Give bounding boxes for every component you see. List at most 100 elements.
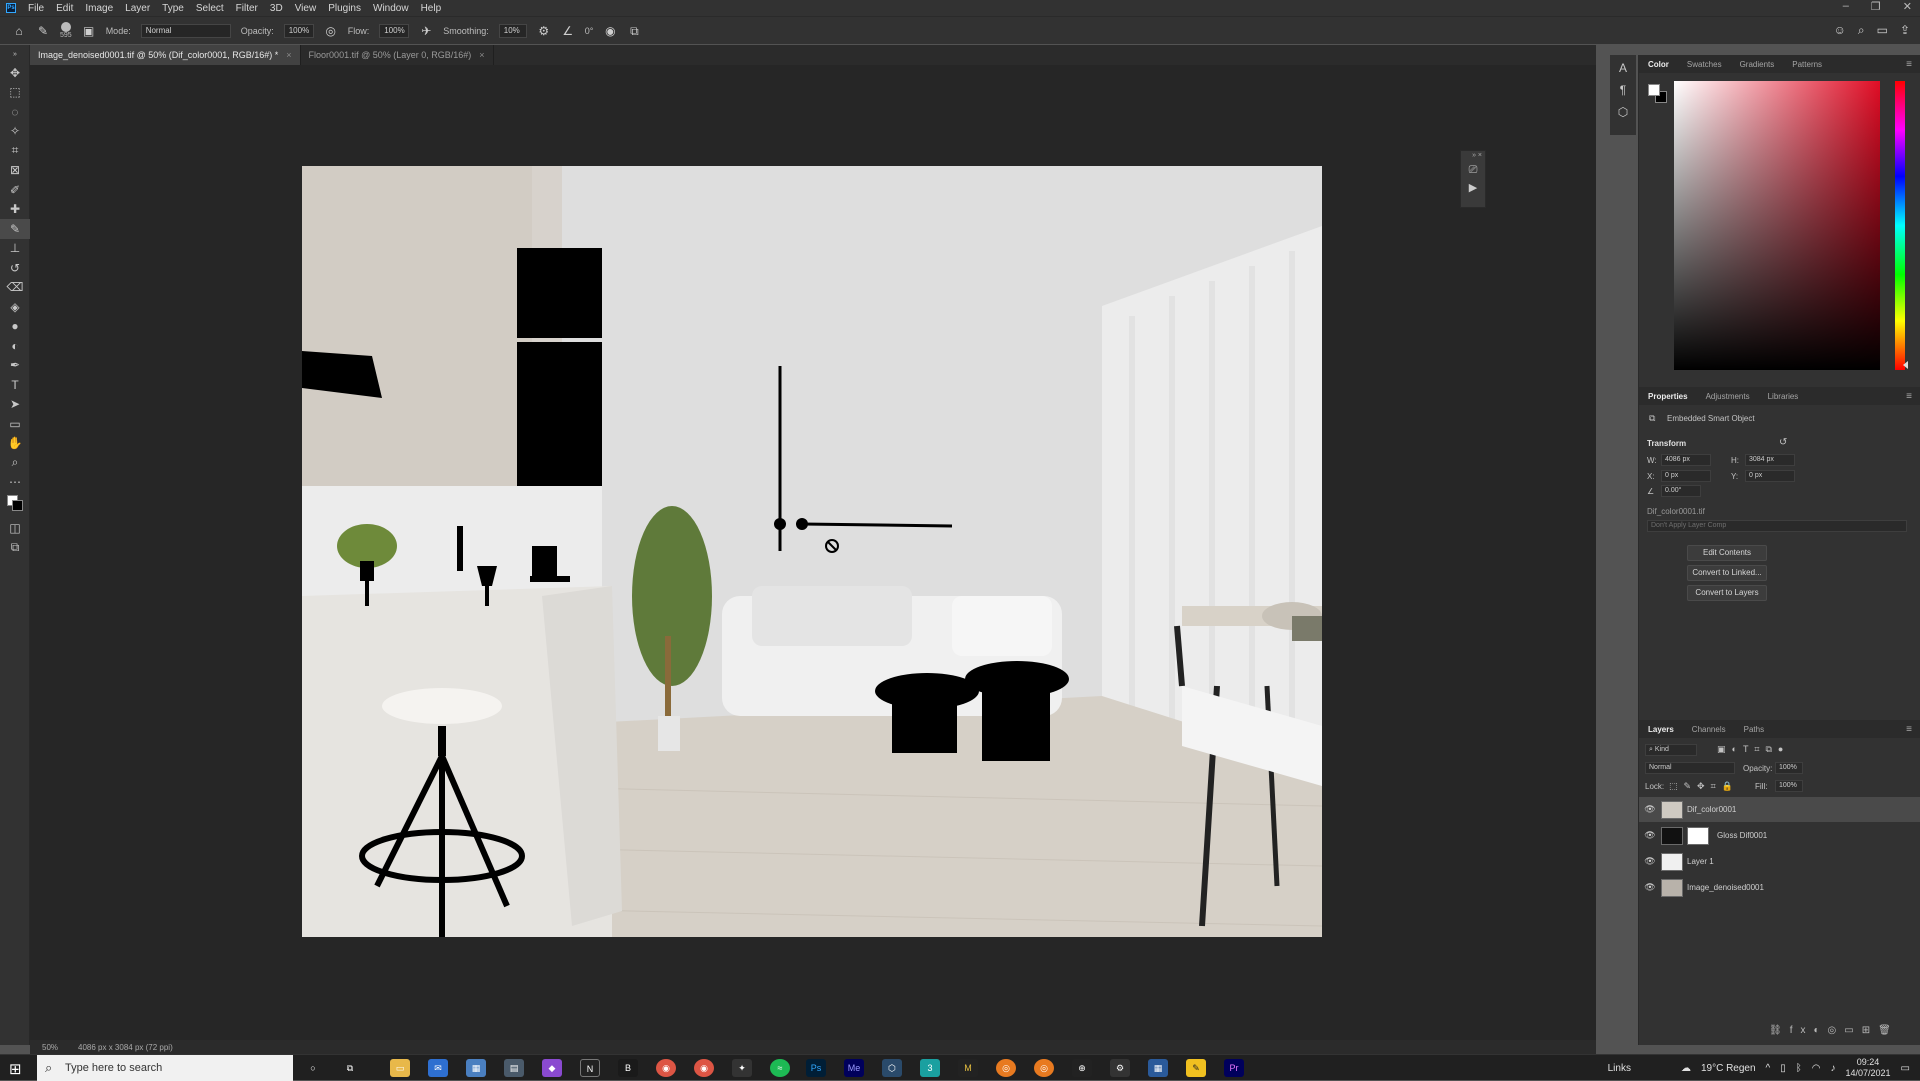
app-3-icon[interactable]: 3 (920, 1059, 940, 1077)
brush-settings-icon[interactable]: ▣ (82, 24, 96, 38)
home-icon[interactable]: ⌂ (12, 24, 26, 38)
angle-value[interactable]: 0° (585, 26, 594, 36)
workspace-icon[interactable]: ▭ (1877, 23, 1888, 38)
blend-mode-select[interactable]: Normal (1645, 762, 1735, 774)
menu-plugins[interactable]: Plugins (322, 3, 367, 14)
search-icon[interactable]: ⌕ (1858, 23, 1865, 38)
menu-file[interactable]: File (22, 3, 50, 14)
play-icon[interactable]: ▶ (1461, 181, 1485, 194)
windows-start-icon[interactable]: ⊞ (9, 1060, 22, 1078)
volume-icon[interactable]: ♪ (1831, 1063, 1836, 1074)
history-icon[interactable]: ⎚ (1461, 164, 1485, 177)
pressure-size-icon[interactable]: ◉ (603, 24, 617, 38)
screen-mode-icon[interactable]: ⧉ (0, 538, 30, 558)
menu-filter[interactable]: Filter (230, 3, 264, 14)
weather-icon[interactable]: ☁ (1681, 1063, 1691, 1074)
menu-image[interactable]: Image (79, 3, 119, 14)
hand-tool-icon[interactable]: ✋ (0, 434, 30, 454)
move-tool-icon[interactable]: ✥ (0, 63, 30, 83)
outlook-icon[interactable]: ✉ (428, 1059, 448, 1077)
marquee-tool-icon[interactable]: ⬚ (0, 83, 30, 103)
task-view-icon[interactable]: ⧉ (340, 1059, 360, 1077)
tab-color[interactable]: Color (1639, 60, 1678, 69)
brush-tool-icon[interactable]: ✎ (0, 219, 30, 239)
photoshop-taskbar-icon[interactable]: Ps (806, 1059, 826, 1077)
3d-panel-icon[interactable]: ⬡ (1618, 105, 1628, 119)
angle-field[interactable]: 0.00° (1661, 485, 1701, 497)
tab-patterns[interactable]: Patterns (1783, 60, 1831, 69)
app-gear-icon[interactable]: ⚙ (1110, 1059, 1130, 1077)
panel-menu-icon[interactable]: ≡ (1897, 59, 1920, 70)
convert-to-layers-button[interactable]: Convert to Layers (1687, 585, 1767, 601)
x-field[interactable]: 0 px (1661, 470, 1711, 482)
color-swatches[interactable] (0, 492, 30, 518)
minimize-button[interactable]: – (1843, 0, 1849, 13)
layer-row[interactable]: 👁 Dif_color0001 (1639, 797, 1920, 822)
type-tool-icon[interactable]: T (0, 375, 30, 395)
path-selection-tool-icon[interactable]: ➤ (0, 395, 30, 415)
character-panel-icon[interactable]: A (1619, 61, 1627, 75)
magic-wand-tool-icon[interactable]: ✧ (0, 122, 30, 142)
usb-icon[interactable]: ▯ (1780, 1063, 1786, 1074)
brush-tool-icon[interactable]: ✎ (36, 24, 50, 38)
app-b-icon[interactable]: B (618, 1059, 638, 1077)
tray-chevron-icon[interactable]: ^ (1766, 1063, 1771, 1074)
menu-edit[interactable]: Edit (50, 3, 79, 14)
share-icon[interactable]: ⇪ (1900, 23, 1910, 38)
tab-libraries[interactable]: Libraries (1759, 392, 1808, 401)
lasso-tool-icon[interactable]: ◌ (0, 102, 30, 122)
canvas-area[interactable]: » × ⎚ ▶ (30, 65, 1596, 1040)
reset-transform-icon[interactable]: ↺ (1779, 437, 1787, 448)
brush-preset-picker[interactable]: 595 (60, 22, 72, 39)
cortana-icon[interactable]: ○ (303, 1059, 323, 1077)
zoom-level[interactable]: 50% (42, 1043, 58, 1052)
premiere-icon[interactable]: Pr (1224, 1059, 1244, 1077)
panel-menu-icon[interactable]: ≡ (1897, 391, 1920, 402)
close-tab-icon[interactable]: × (479, 50, 484, 60)
blender-icon[interactable]: ◎ (996, 1059, 1016, 1077)
taskbar-search-input[interactable]: ⌕ Type here to search (37, 1055, 293, 1081)
pressure-opacity-icon[interactable]: ◎ (324, 24, 338, 38)
menu-window[interactable]: Window (367, 3, 415, 14)
frame-tool-icon[interactable]: ⊠ (0, 161, 30, 181)
share-user-icon[interactable]: ☺ (1834, 23, 1846, 38)
edit-contents-button[interactable]: Edit Contents (1687, 545, 1767, 561)
file-explorer-icon[interactable]: ▭ (390, 1059, 410, 1077)
app-circle-icon[interactable]: ⊕ (1072, 1059, 1092, 1077)
zoom-tool-icon[interactable]: ⌕ (0, 453, 30, 473)
tab-swatches[interactable]: Swatches (1678, 60, 1731, 69)
paragraph-panel-icon[interactable]: ¶ (1620, 83, 1626, 97)
calculator-icon[interactable]: ▦ (466, 1059, 486, 1077)
tab-layers[interactable]: Layers (1639, 725, 1683, 734)
smoothing-field[interactable]: 10% (498, 23, 527, 38)
visibility-eye-icon[interactable]: 👁 (1639, 804, 1661, 815)
app-icon[interactable]: ▤ (504, 1059, 524, 1077)
document-canvas[interactable] (302, 166, 1322, 937)
layer-row[interactable]: 👁 Gloss Dif0001 (1639, 823, 1920, 848)
tab-floor[interactable]: Floor0001.tif @ 50% (Layer 0, RGB/16#) × (301, 45, 494, 65)
layer-mask-thumbnail[interactable] (1687, 826, 1709, 845)
healing-brush-tool-icon[interactable]: ✚ (0, 200, 30, 220)
eyedropper-tool-icon[interactable]: ✐ (0, 180, 30, 200)
airbrush-icon[interactable]: ✈ (419, 24, 433, 38)
more-tools-icon[interactable]: ⋯ (0, 473, 30, 493)
mode-select[interactable]: Normal (140, 23, 231, 38)
tab-properties[interactable]: Properties (1639, 392, 1697, 401)
opacity-field[interactable]: 100% (283, 23, 314, 38)
app-grid-icon[interactable]: ▦ (1148, 1059, 1168, 1077)
panel-menu-icon[interactable]: ≡ (1897, 724, 1920, 735)
clock[interactable]: 09:24 14/07/2021 (1846, 1057, 1891, 1079)
affinity-icon[interactable]: ◆ (542, 1059, 562, 1077)
blender-icon-2[interactable]: ◎ (1034, 1059, 1054, 1077)
tab-image-denoised[interactable]: Image_denoised0001.tif @ 50% (Dif_color0… (30, 45, 301, 65)
network-icon[interactable]: ◠ (1812, 1063, 1821, 1074)
layers-footer-buttons[interactable]: ⛓fx◐◎▭⊞🗑 (1769, 1025, 1899, 1036)
lock-icons[interactable]: ⬚✎✥⌗🔒 (1669, 781, 1739, 792)
fill-field[interactable]: 100% (1775, 780, 1803, 792)
layer-filter-select[interactable]: ⌕ Kind (1645, 744, 1697, 756)
weather-text[interactable]: 19°C Regen (1701, 1063, 1756, 1074)
visibility-eye-icon[interactable]: 👁 (1639, 882, 1661, 893)
menu-layer[interactable]: Layer (119, 3, 156, 14)
links-toolbar[interactable]: Links (1608, 1063, 1631, 1074)
clone-stamp-tool-icon[interactable]: ⊥ (0, 239, 30, 259)
